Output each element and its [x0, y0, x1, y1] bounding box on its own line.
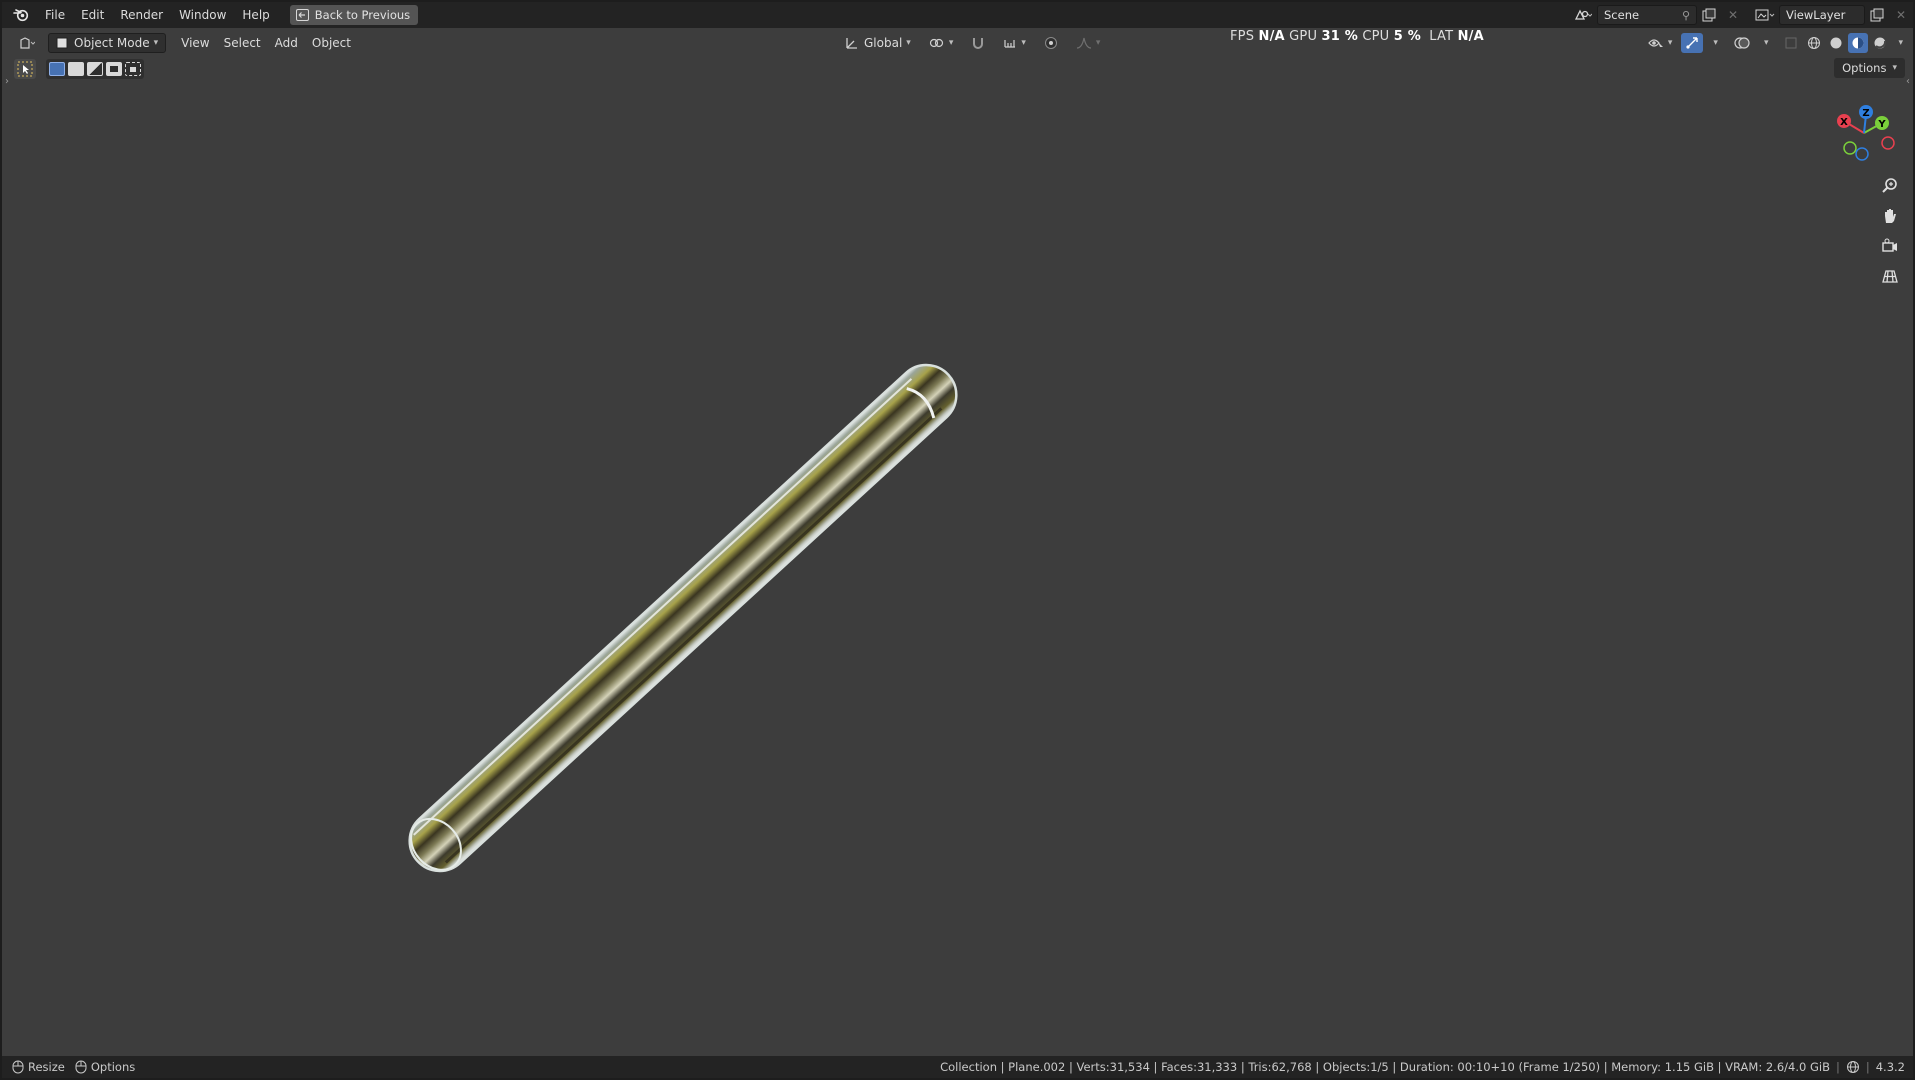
- blender-version: 4.3.2: [1875, 1060, 1905, 1074]
- status-left: Resize Options: [12, 1060, 135, 1074]
- camera-view-icon[interactable]: [1877, 234, 1903, 258]
- globe-icon: [1846, 1061, 1859, 1073]
- axis-neg-z-handle[interactable]: [1855, 147, 1869, 161]
- axis-y-label: Y: [1877, 119, 1886, 130]
- viewport-3d-object-glass-tube[interactable]: [2, 2, 1913, 1078]
- options-hint-label: Options: [90, 1060, 136, 1074]
- status-bar: Resize Options Collection | Plane.002 | …: [2, 1056, 1913, 1078]
- resize-label: Resize: [28, 1060, 65, 1074]
- pan-hand-icon[interactable]: [1877, 204, 1903, 228]
- mouse-left-icon: [12, 1060, 24, 1074]
- perspective-grid-icon[interactable]: [1877, 264, 1903, 288]
- status-separator: |: [1835, 1060, 1840, 1074]
- viewport-navigation-buttons: [1877, 174, 1905, 288]
- mouse-right-icon: [75, 1060, 87, 1074]
- axis-neg-y-handle[interactable]: [1843, 141, 1857, 155]
- status-right: Collection | Plane.002 | Verts:31,534 | …: [940, 1056, 1905, 1078]
- axis-neg-x-handle[interactable]: [1881, 136, 1895, 150]
- resize-hint: Resize: [12, 1060, 65, 1074]
- zoom-magnifier-icon[interactable]: [1877, 174, 1903, 198]
- axis-x-label: X: [1840, 117, 1848, 128]
- status-separator: |: [1865, 1060, 1870, 1074]
- navigation-gizmo[interactable]: X Y Z: [1829, 98, 1899, 168]
- axis-z-label: Z: [1862, 108, 1869, 119]
- scene-statistics: Collection | Plane.002 | Verts:31,534 | …: [940, 1060, 1830, 1074]
- blender-window: File Edit Render Window Help Back to Pre…: [2, 2, 1913, 1078]
- options-hint: Options: [75, 1060, 135, 1074]
